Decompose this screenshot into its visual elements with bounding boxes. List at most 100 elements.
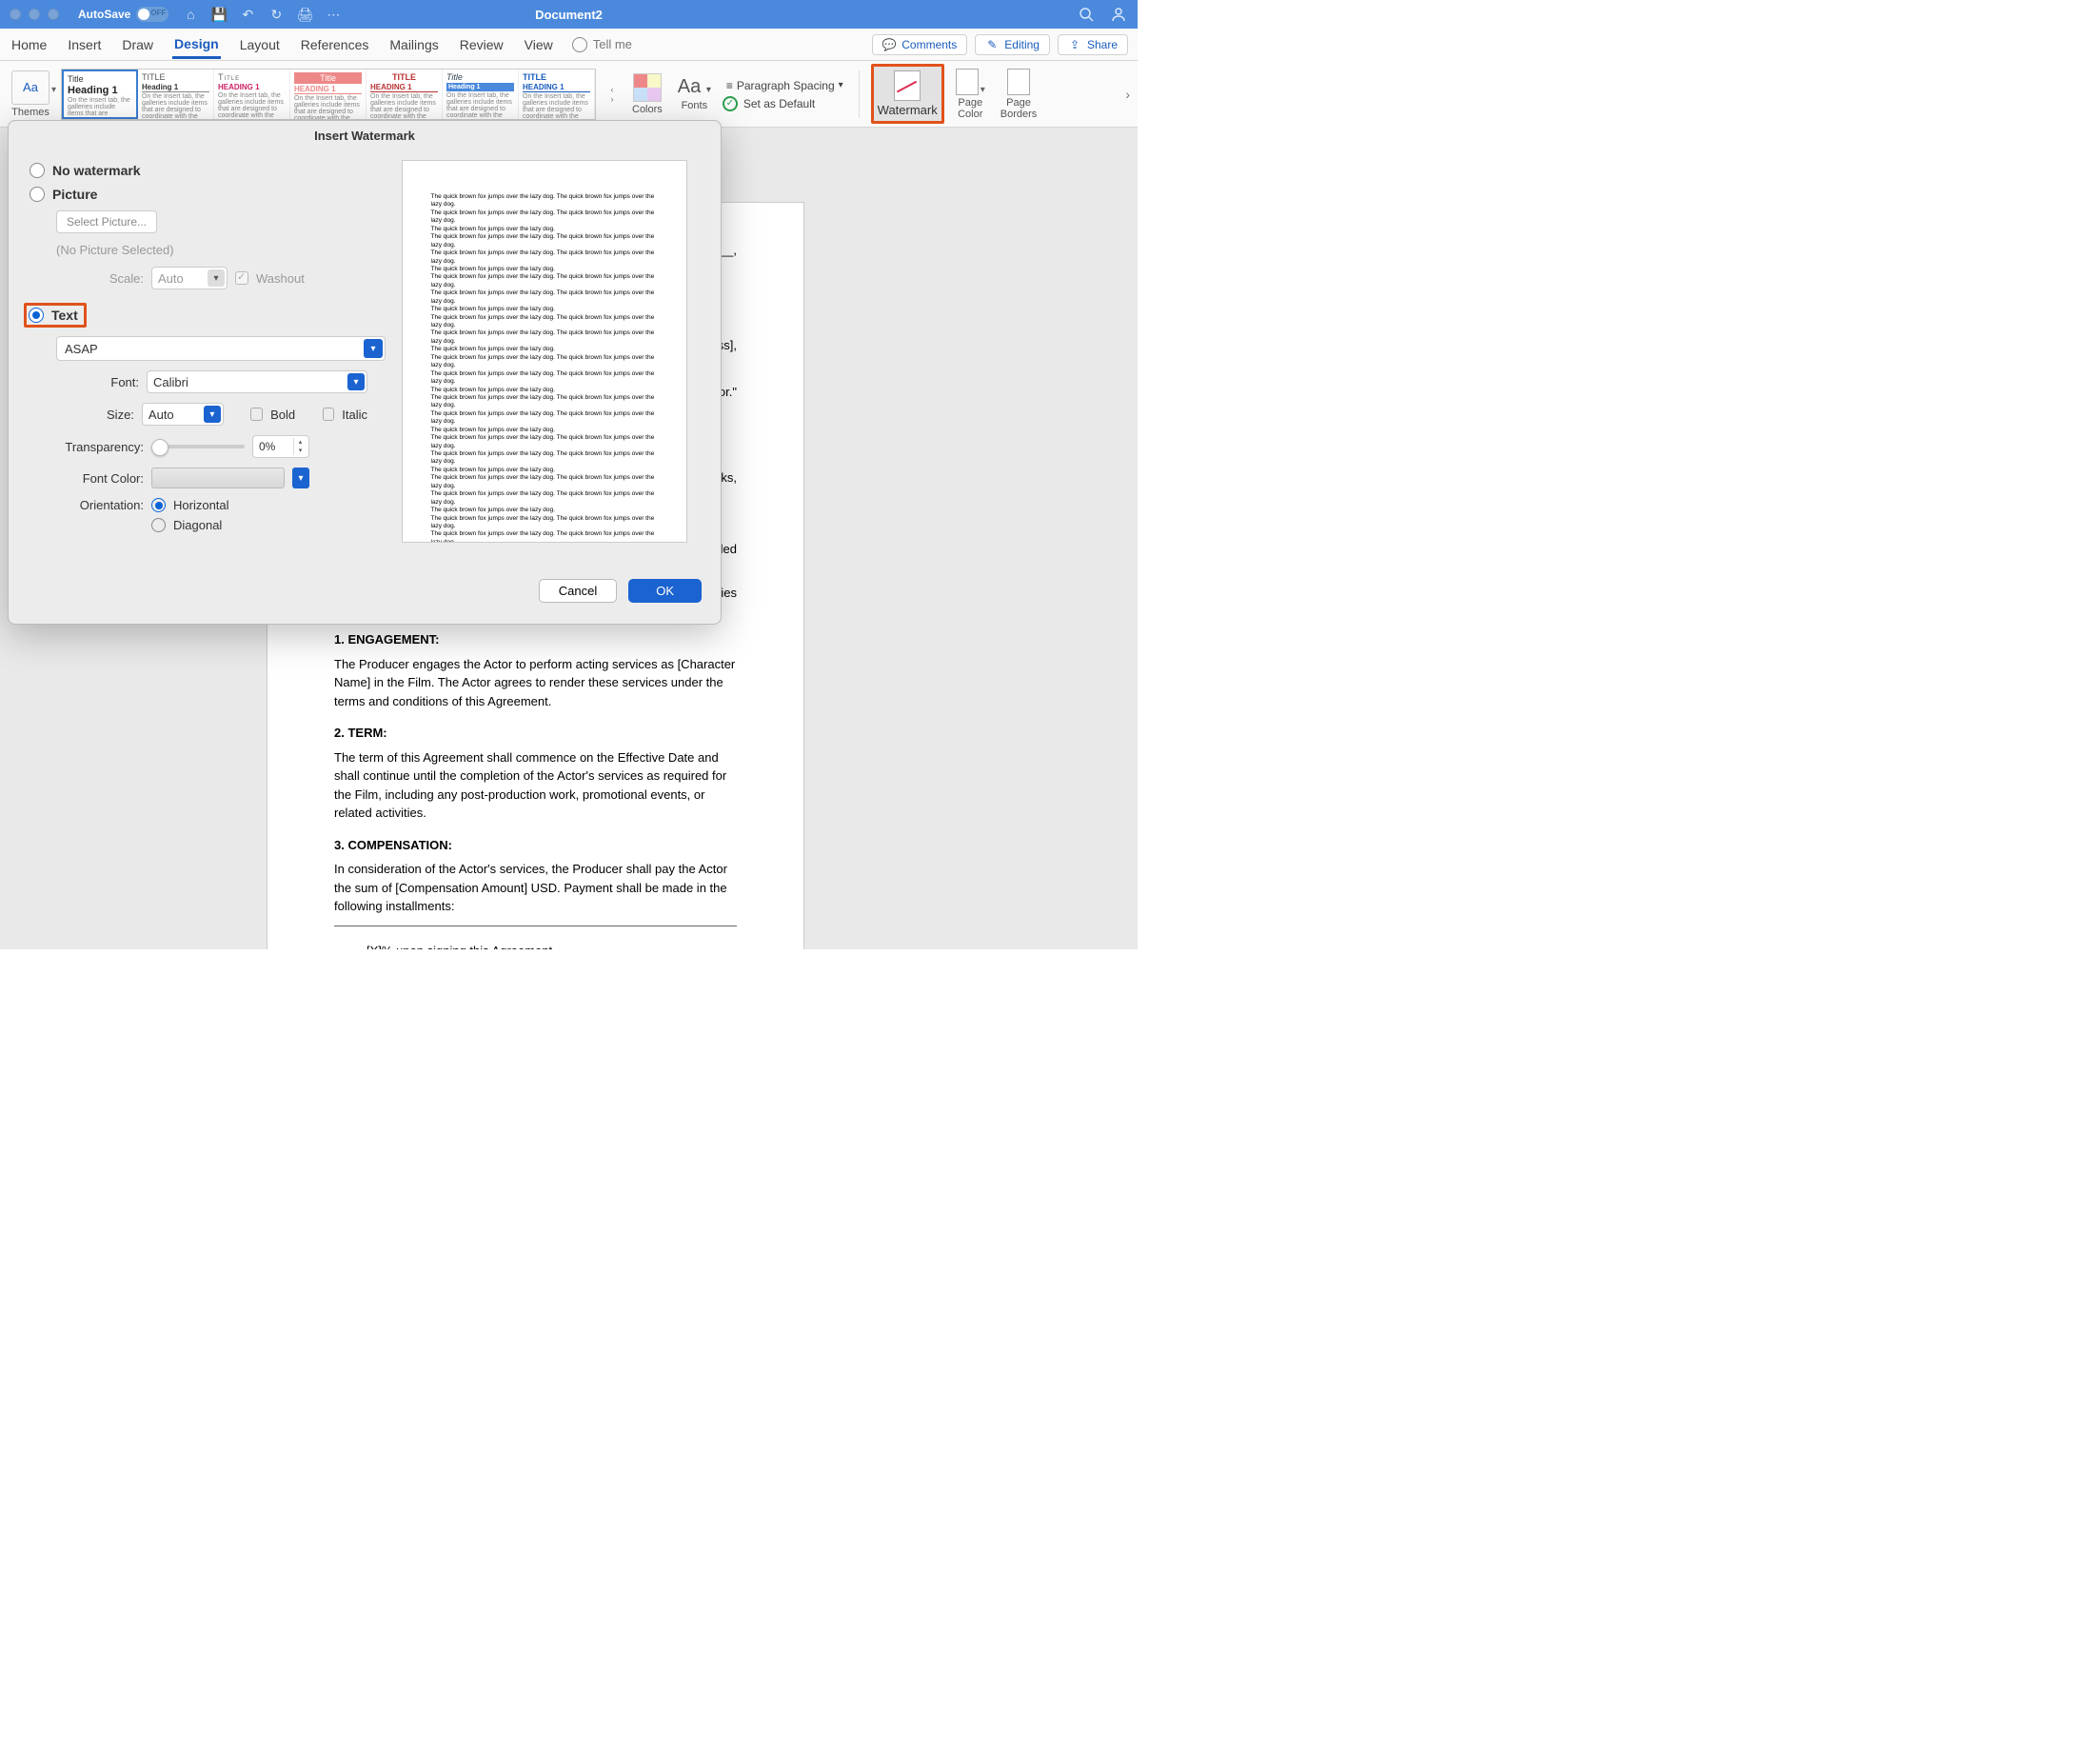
doc-text: The Producer engages the Actor to perfor… xyxy=(334,655,737,711)
scale-select[interactable]: Auto▾ xyxy=(151,267,228,289)
save-icon[interactable]: 💾 xyxy=(210,6,228,23)
titlebar: AutoSave ⌂ 💾 ↶ ↻ 🖨 ⋯ Document2 xyxy=(0,0,1138,29)
watermark-text-input[interactable]: ASAP ▾ xyxy=(56,336,386,361)
close-window-icon[interactable] xyxy=(10,9,21,20)
orientation-diagonal[interactable]: Diagonal xyxy=(151,518,229,532)
home-icon[interactable]: ⌂ xyxy=(182,6,199,23)
select-picture-row: Select Picture... xyxy=(56,210,367,233)
print-icon[interactable]: 🖨 xyxy=(296,6,313,23)
style-gallery[interactable]: TitleHeading 1On the Insert tab, the gal… xyxy=(61,69,596,120)
bold-checkbox[interactable] xyxy=(250,408,263,421)
gallery-prev-icon[interactable]: ‹ xyxy=(604,85,621,94)
tab-layout[interactable]: Layout xyxy=(238,31,282,58)
tab-mailings[interactable]: Mailings xyxy=(387,31,440,58)
font-color-row: Font Color: ▾ xyxy=(56,468,367,488)
picture-option[interactable]: Picture xyxy=(30,187,367,202)
share-button[interactable]: ⇪ Share xyxy=(1058,34,1128,55)
transparency-label: Transparency: xyxy=(56,440,144,454)
text-label: Text xyxy=(51,308,78,323)
transparency-input[interactable]: 0% ▴▾ xyxy=(252,435,309,458)
dialog-preview-pane: The quick brown fox jumps over the lazy … xyxy=(385,150,721,569)
tab-references[interactable]: References xyxy=(299,31,371,58)
text-option[interactable]: Text xyxy=(24,303,87,328)
font-color-picker[interactable] xyxy=(151,468,285,488)
collapse-ribbon-icon[interactable]: › xyxy=(1125,87,1130,102)
document-title: Document2 xyxy=(535,8,603,22)
transparency-slider[interactable] xyxy=(151,445,245,448)
section-heading: 2. TERM: xyxy=(334,724,737,743)
style-item[interactable]: TitleHEADING 1On the Insert tab, the gal… xyxy=(290,70,367,119)
font-select[interactable]: Calibri▾ xyxy=(147,370,367,393)
redo-icon[interactable]: ↻ xyxy=(267,6,285,23)
tab-home[interactable]: Home xyxy=(10,31,49,58)
size-select[interactable]: Auto▾ xyxy=(142,403,224,426)
zoom-window-icon[interactable] xyxy=(48,9,59,20)
font-label: Font: xyxy=(56,375,139,389)
ok-button[interactable]: OK xyxy=(628,579,702,603)
chevron-down-icon[interactable]: ▾ xyxy=(292,468,309,488)
search-icon[interactable] xyxy=(1077,5,1096,24)
section-heading: 1. ENGAGEMENT: xyxy=(334,630,737,649)
insert-watermark-dialog: Insert Watermark No watermark Picture Se… xyxy=(8,120,722,625)
style-item[interactable]: TitleHeading 1On the Insert tab, the gal… xyxy=(443,70,519,119)
diagonal-label: Diagonal xyxy=(173,518,222,532)
themes-button[interactable]: Aa ▾ xyxy=(11,70,50,105)
autosave-toggle[interactable] xyxy=(136,7,168,22)
paragraph-spacing-icon: ≡ xyxy=(726,79,733,92)
style-item[interactable]: TITLEHeading 1On the Insert tab, the gal… xyxy=(138,70,214,119)
radio-icon xyxy=(151,498,166,512)
size-label: Size: xyxy=(56,408,134,422)
undo-icon[interactable]: ↶ xyxy=(239,6,256,23)
tab-insert[interactable]: Insert xyxy=(66,31,103,58)
page-color-group[interactable]: ▾ Page Color xyxy=(952,69,989,120)
autosave-control[interactable]: AutoSave xyxy=(78,7,168,22)
radio-icon xyxy=(30,187,45,202)
editing-button[interactable]: ✎ Editing xyxy=(975,34,1050,55)
chevron-down-icon: ▾ xyxy=(839,80,843,90)
no-watermark-option[interactable]: No watermark xyxy=(30,163,367,178)
style-item[interactable]: TitleHEADING 1On the Insert tab, the gal… xyxy=(214,70,290,119)
page-borders-icon xyxy=(1007,69,1030,95)
comment-icon: 💬 xyxy=(882,38,896,51)
themes-group: Aa ▾ Themes xyxy=(8,70,53,118)
gallery-next-icon[interactable]: › xyxy=(604,94,621,104)
more-icon[interactable]: ⋯ xyxy=(325,6,342,23)
window-controls xyxy=(10,9,59,20)
titlebar-right xyxy=(1077,5,1128,24)
italic-checkbox[interactable] xyxy=(323,408,335,421)
tab-view[interactable]: View xyxy=(523,31,555,58)
doc-text: In consideration of the Actor's services… xyxy=(334,860,737,916)
select-picture-button[interactable]: Select Picture... xyxy=(56,210,157,233)
bullet-list: [X]% upon signing this Agreement. [Y]% u… xyxy=(367,942,737,950)
set-as-default-button[interactable]: ✓ Set as Default xyxy=(723,96,847,111)
page-color-label: Page Color xyxy=(958,97,982,120)
colors-button[interactable] xyxy=(633,73,662,102)
minimize-window-icon[interactable] xyxy=(29,9,40,20)
style-item[interactable]: TITLEHEADING 1On the Insert tab, the gal… xyxy=(519,70,595,119)
account-icon[interactable] xyxy=(1109,5,1128,24)
tab-review[interactable]: Review xyxy=(458,31,505,58)
tell-me[interactable]: Tell me xyxy=(572,37,632,52)
watermark-button[interactable]: Watermark xyxy=(871,64,944,124)
watermark-icon xyxy=(894,70,921,101)
text-option-row: Text xyxy=(30,303,367,328)
colors-label: Colors xyxy=(632,104,663,115)
paragraph-spacing-button[interactable]: ≡ Paragraph Spacing ▾ xyxy=(723,77,847,94)
style-item[interactable]: TITLEHEADING 1On the Insert tab, the gal… xyxy=(367,70,443,119)
cancel-button[interactable]: Cancel xyxy=(539,579,617,603)
style-item[interactable]: TitleHeading 1On the Insert tab, the gal… xyxy=(62,70,138,119)
orientation-horizontal[interactable]: Horizontal xyxy=(151,498,229,512)
stepper-icon[interactable]: ▴▾ xyxy=(293,438,307,455)
washout-checkbox[interactable]: ✓ xyxy=(235,271,248,285)
ribbon: Aa ▾ Themes TitleHeading 1On the Insert … xyxy=(0,61,1138,128)
comments-button[interactable]: 💬 Comments xyxy=(872,34,967,55)
fonts-button[interactable]: Aa ▾ xyxy=(678,76,711,98)
page-borders-group[interactable]: Page Borders xyxy=(997,69,1041,120)
tab-design[interactable]: Design xyxy=(172,30,221,59)
list-item: [X]% upon signing this Agreement. xyxy=(367,942,737,950)
font-row: Font: Calibri▾ xyxy=(56,370,367,393)
radio-icon xyxy=(151,518,166,532)
tab-draw[interactable]: Draw xyxy=(120,31,155,58)
watermark-text-value: ASAP xyxy=(65,342,98,356)
watermark-preview: The quick brown fox jumps over the lazy … xyxy=(402,160,687,543)
